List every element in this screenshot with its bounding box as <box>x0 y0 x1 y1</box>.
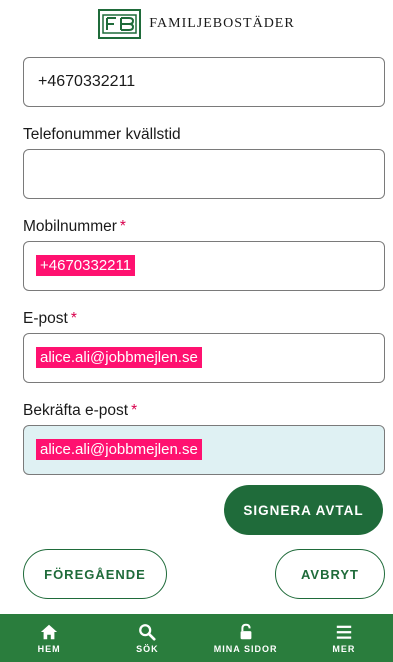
mobile-label: Mobilnummer * <box>23 218 126 235</box>
confirm-email-field[interactable]: alice.ali@jobbmejlen.se <box>23 425 385 475</box>
nav-label: SÖK <box>136 643 159 654</box>
required-mark: * <box>131 402 138 419</box>
confirm-email-label: Bekräfta e-post * <box>23 402 138 419</box>
cancel-button[interactable]: AVBRYT <box>275 549 385 599</box>
required-mark: * <box>70 310 77 327</box>
nav-item-more[interactable]: MER <box>295 614 393 662</box>
nav-label: MINA SIDOR <box>213 643 278 654</box>
nav-label: MER <box>332 643 356 654</box>
nav-item-home[interactable]: HEM <box>0 614 98 662</box>
mobile-field[interactable]: +4670332211 <box>23 241 385 291</box>
lock-icon <box>240 623 252 639</box>
email-value: alice.ali@jobbmejlen.se <box>36 347 202 368</box>
nav-label: HEM <box>37 643 61 654</box>
menu-icon <box>336 625 352 639</box>
familjebostader-logo-icon <box>98 9 142 39</box>
search-icon <box>139 623 156 641</box>
email-label: E-post * <box>23 310 77 327</box>
phone-field[interactable]: +4670332211 <box>23 57 385 107</box>
app-header: FAMILJEBOSTÄDER <box>0 0 393 48</box>
bottom-navigation: HEM SÖK MINA SIDOR MER <box>0 614 393 662</box>
confirm-email-value: alice.ali@jobbmejlen.se <box>36 439 202 460</box>
evening-phone-field[interactable] <box>23 149 385 199</box>
evening-phone-label: Telefonummer kvällstid <box>23 126 181 143</box>
nav-item-my-pages[interactable]: MINA SIDOR <box>197 614 295 662</box>
phone-value: +4670332211 <box>38 73 136 90</box>
brand-name: FAMILJEBOSTÄDER <box>149 16 295 31</box>
nav-item-search[interactable]: SÖK <box>98 614 196 662</box>
sign-contract-button[interactable]: SIGNERA AVTAL <box>224 485 383 535</box>
required-mark: * <box>119 218 126 235</box>
mobile-value: +4670332211 <box>36 255 136 276</box>
email-field[interactable]: alice.ali@jobbmejlen.se <box>23 333 385 383</box>
home-icon <box>41 624 58 639</box>
previous-button[interactable]: FÖREGÅENDE <box>23 549 167 599</box>
